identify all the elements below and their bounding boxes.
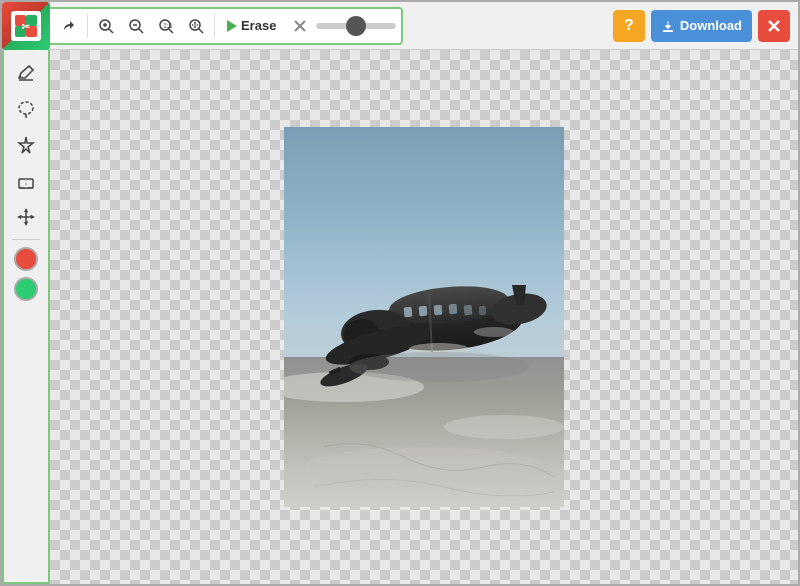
download-label: Download [680, 18, 742, 33]
play-icon [227, 20, 237, 32]
help-label: ? [624, 17, 634, 35]
canvas-area[interactable] [50, 50, 798, 584]
app-logo: ✂ [2, 2, 50, 50]
lasso-icon [16, 99, 36, 119]
lasso-tool-button[interactable] [9, 92, 43, 126]
divider-2 [214, 14, 215, 38]
download-icon [661, 19, 675, 33]
logo-inner: ✂ [11, 11, 41, 41]
zoom-fit-button[interactable]: 1:1 [152, 12, 180, 40]
app-container: ✂ [0, 0, 800, 586]
pencil-tool-button[interactable] [9, 56, 43, 90]
close-top-icon [767, 19, 781, 33]
close-top-button[interactable] [758, 10, 790, 42]
airplane-image-svg [284, 127, 564, 507]
eraser-tool-button[interactable] [9, 164, 43, 198]
logo-icon: ✂ [15, 15, 37, 37]
move-tool-button[interactable] [9, 200, 43, 234]
top-toolbar: ✂ [2, 2, 798, 50]
toolbar-history-zoom-group: 1:1 Erase [18, 7, 403, 45]
erase-label: Erase [241, 18, 276, 33]
cancel-button[interactable] [286, 12, 314, 40]
zoom-in-button[interactable] [92, 12, 120, 40]
zoom-reset-button[interactable] [182, 12, 210, 40]
svg-text:1:1: 1:1 [163, 23, 173, 30]
pencil-icon [16, 63, 36, 83]
divider-1 [87, 14, 88, 38]
magic-wand-icon [16, 135, 36, 155]
sidebar-divider [12, 239, 41, 240]
eraser-icon [16, 171, 36, 191]
main-image [284, 127, 564, 507]
redo-button[interactable] [55, 12, 83, 40]
brush-size-slider[interactable] [316, 23, 396, 29]
erase-button[interactable]: Erase [219, 14, 284, 37]
download-button[interactable]: Download [651, 10, 752, 42]
move-icon [16, 207, 36, 227]
top-right-buttons: ? Download [613, 10, 790, 42]
green-color-button[interactable] [14, 277, 38, 301]
red-color-button[interactable] [14, 247, 38, 271]
svg-text:✂: ✂ [22, 22, 31, 33]
main-content [2, 50, 798, 584]
left-sidebar [2, 50, 50, 584]
help-button[interactable]: ? [613, 10, 645, 42]
magic-wand-tool-button[interactable] [9, 128, 43, 162]
zoom-out-button[interactable] [122, 12, 150, 40]
